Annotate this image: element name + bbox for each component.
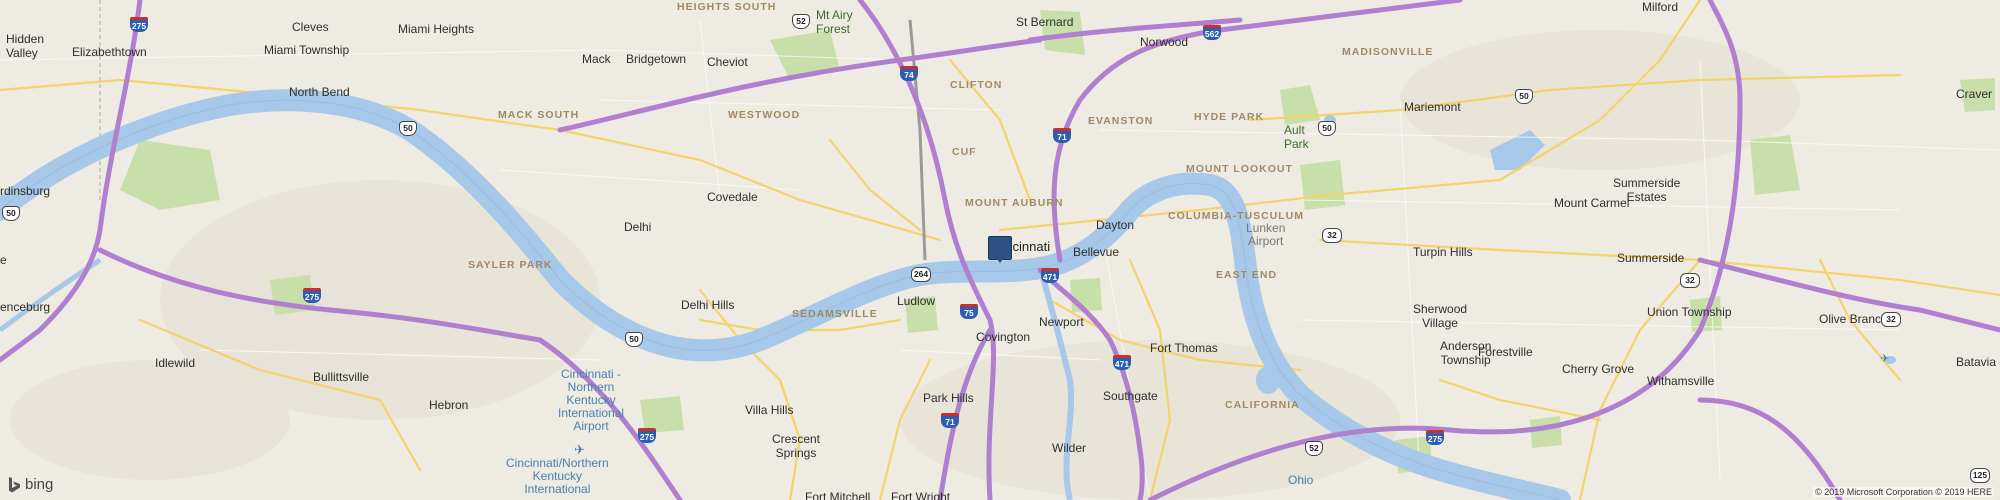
town-label-edge: e [0,253,7,267]
neighborhood-label-sedamsville: SEDAMSVILLE [792,308,878,320]
neighborhood-label-cuf: CUF [952,146,977,158]
town-label-cleves: Cleves [292,20,329,34]
town-label-miami-heights: Miami Heights [398,22,475,36]
town-label-miami-township: Miami Township [264,43,350,57]
neighborhood-label-madisonville: MADISONVILLE [1342,46,1434,58]
town-label-sherwood-village: Sherwood Village [1413,302,1468,330]
airport-label-lunken: Lunken Airport [1246,221,1286,248]
town-label-delhi-hills: Delhi Hills [681,298,735,312]
highway-shield-562: 562 [1203,25,1221,40]
town-label-milford: Milford [1642,0,1679,14]
town-label-mariemont: Mariemont [1404,100,1461,114]
neighborhood-label-clifton: CLIFTON [950,79,1003,91]
town-label-craver: Craver [1956,87,1993,101]
town-label-bullittsville: Bullittsville [313,370,370,384]
town-label-forestville: Forestville [1478,345,1533,359]
highway-shield-sr32-b: 32 [1680,273,1700,288]
town-label-wilder: Wilder [1052,441,1087,455]
town-label-enceburg: enceburg [0,300,51,314]
town-label-newport: Newport [1039,315,1084,329]
town-label-olive-branch: Olive Branch [1819,312,1888,326]
highway-shield-i471: 471 [1041,268,1059,283]
highway-shield-i275: 275 [130,17,148,32]
town-label-fort-mitchell: Fort Mitchell [805,490,871,500]
highway-shield-us50-mariemont: 50 [1318,121,1336,136]
town-label-idlewild: Idlewild [155,356,196,370]
town-label-st-bernard: St Bernard [1016,15,1074,29]
town-label-hebron: Hebron [429,398,469,412]
neighborhood-label-mount-lookout: MOUNT LOOKOUT [1186,163,1293,175]
town-label-cheviot: Cheviot [707,55,748,69]
town-label-ault-park: Ault Park [1284,123,1309,151]
town-label-north-bend: North Bend [289,85,350,99]
highway-shield-264: 264 [911,267,931,282]
neighborhood-label-evanston: EVANSTON [1088,115,1154,127]
town-label-bridgetown: Bridgetown [626,52,687,66]
town-label-villa-hills: Villa Hills [745,403,794,417]
airport-icon-east: ✈ [1880,353,1890,365]
neighborhood-label-east-end: EAST END [1216,269,1278,281]
airport-label-cvg: Cincinnati - Northern Kentucky Internati… [558,367,625,433]
highway-shield-i71-south: 71 [941,413,959,428]
highway-shield-i71-north: 71 [1053,128,1071,143]
town-label-covington: Covington [976,330,1031,344]
highway-shield-i275-sw: 275 [303,288,321,303]
highway-shield-i275-airport: 275 [638,428,656,443]
neighborhood-label-westwood: WESTWOOD [728,109,801,121]
town-label-withamsville: Withamsville [1647,374,1715,388]
highway-shield-i74: 74 [900,66,918,81]
town-label-cherry-grove: Cherry Grove [1562,362,1635,376]
town-label-fort-wright: Fort Wright [891,490,951,500]
highway-shield-i471-south: 471 [1113,355,1131,370]
highway-shield-i275-se: 275 [1426,430,1444,445]
town-label-elizabethtown: Elizabethtown [72,45,147,59]
neighborhood-label-california: CALIFORNIA [1225,399,1300,411]
highway-shield-i75: 75 [960,304,978,319]
highway-shield-us50-west: 50 [2,206,20,221]
town-label-bellevue: Bellevue [1073,245,1120,259]
highway-shield-sr32-c: 32 [1881,312,1901,327]
town-label-summerside: Summerside [1617,251,1685,265]
neighborhood-label-heights-south: HEIGHTS SOUTH [677,1,777,13]
town-label-hidden-valley: Hidden Valley [6,32,45,60]
bing-wordmark: bing [25,476,54,493]
neighborhood-label-mount-auburn: MOUNT AUBURN [965,197,1064,209]
neighborhood-label-columbia-tusculum: COLUMBIA-TUSCULUM [1168,210,1304,222]
town-label-summerside-estates: Summerside Estates [1613,176,1681,204]
airport-label-cvg-terminal: Cincinnati/Northern Kentucky Internation… [506,456,609,496]
town-label-fort-thomas: Fort Thomas [1150,341,1218,355]
town-label-batavia: Batavia [1956,355,1997,369]
town-label-mt-airy-forest: Mt Airy Forest [816,8,853,36]
town-label-union-township: Union Township [1647,305,1732,319]
bing-logo[interactable]: bing [8,476,53,493]
highway-shield-us50-east: 50 [1515,89,1533,104]
highway-shield-125: 125 [1970,468,1990,483]
town-label-delhi: Delhi [624,220,652,234]
map-pin-icon[interactable] [988,236,1012,263]
airport-icon: ✈ [574,442,585,457]
town-label-park-hills: Park Hills [923,391,974,405]
map-canvas[interactable]: Hidden Valley Cleves Miami Heights Eliza… [0,0,2000,500]
town-label-crescent-springs: Crescent Springs [772,432,821,460]
town-label-mack: Mack [582,52,611,66]
town-label-turpin-hills: Turpin Hills [1413,245,1473,259]
map-copyright: © 2019 Microsoft Corporation © 2019 HERE [1813,487,1994,497]
highway-shield-sr32-a: 32 [1322,228,1342,243]
river-label-ohio: Ohio [1288,473,1314,487]
town-label-ludlow: Ludlow [897,294,936,308]
town-label-dayton: Dayton [1096,218,1135,232]
neighborhood-label-hyde-park: HYDE PARK [1194,111,1265,123]
town-label-covedale: Covedale [707,190,758,204]
highway-shield-us50-north-bend: 50 [399,121,417,136]
highway-shield-us50-sayler: 50 [625,332,643,347]
town-label-norwood: Norwood [1140,35,1189,49]
town-label-southgate: Southgate [1103,389,1158,403]
town-label-lawrenceburg: rdinsburg [0,184,51,198]
neighborhood-label-sayler-park: SAYLER PARK [468,259,553,271]
neighborhood-label-mack-south: MACK SOUTH [498,109,580,121]
highway-shield-us52-ohio: 52 [1305,441,1323,456]
highway-shield-us52: 52 [792,14,810,29]
bing-b-icon [9,476,20,492]
